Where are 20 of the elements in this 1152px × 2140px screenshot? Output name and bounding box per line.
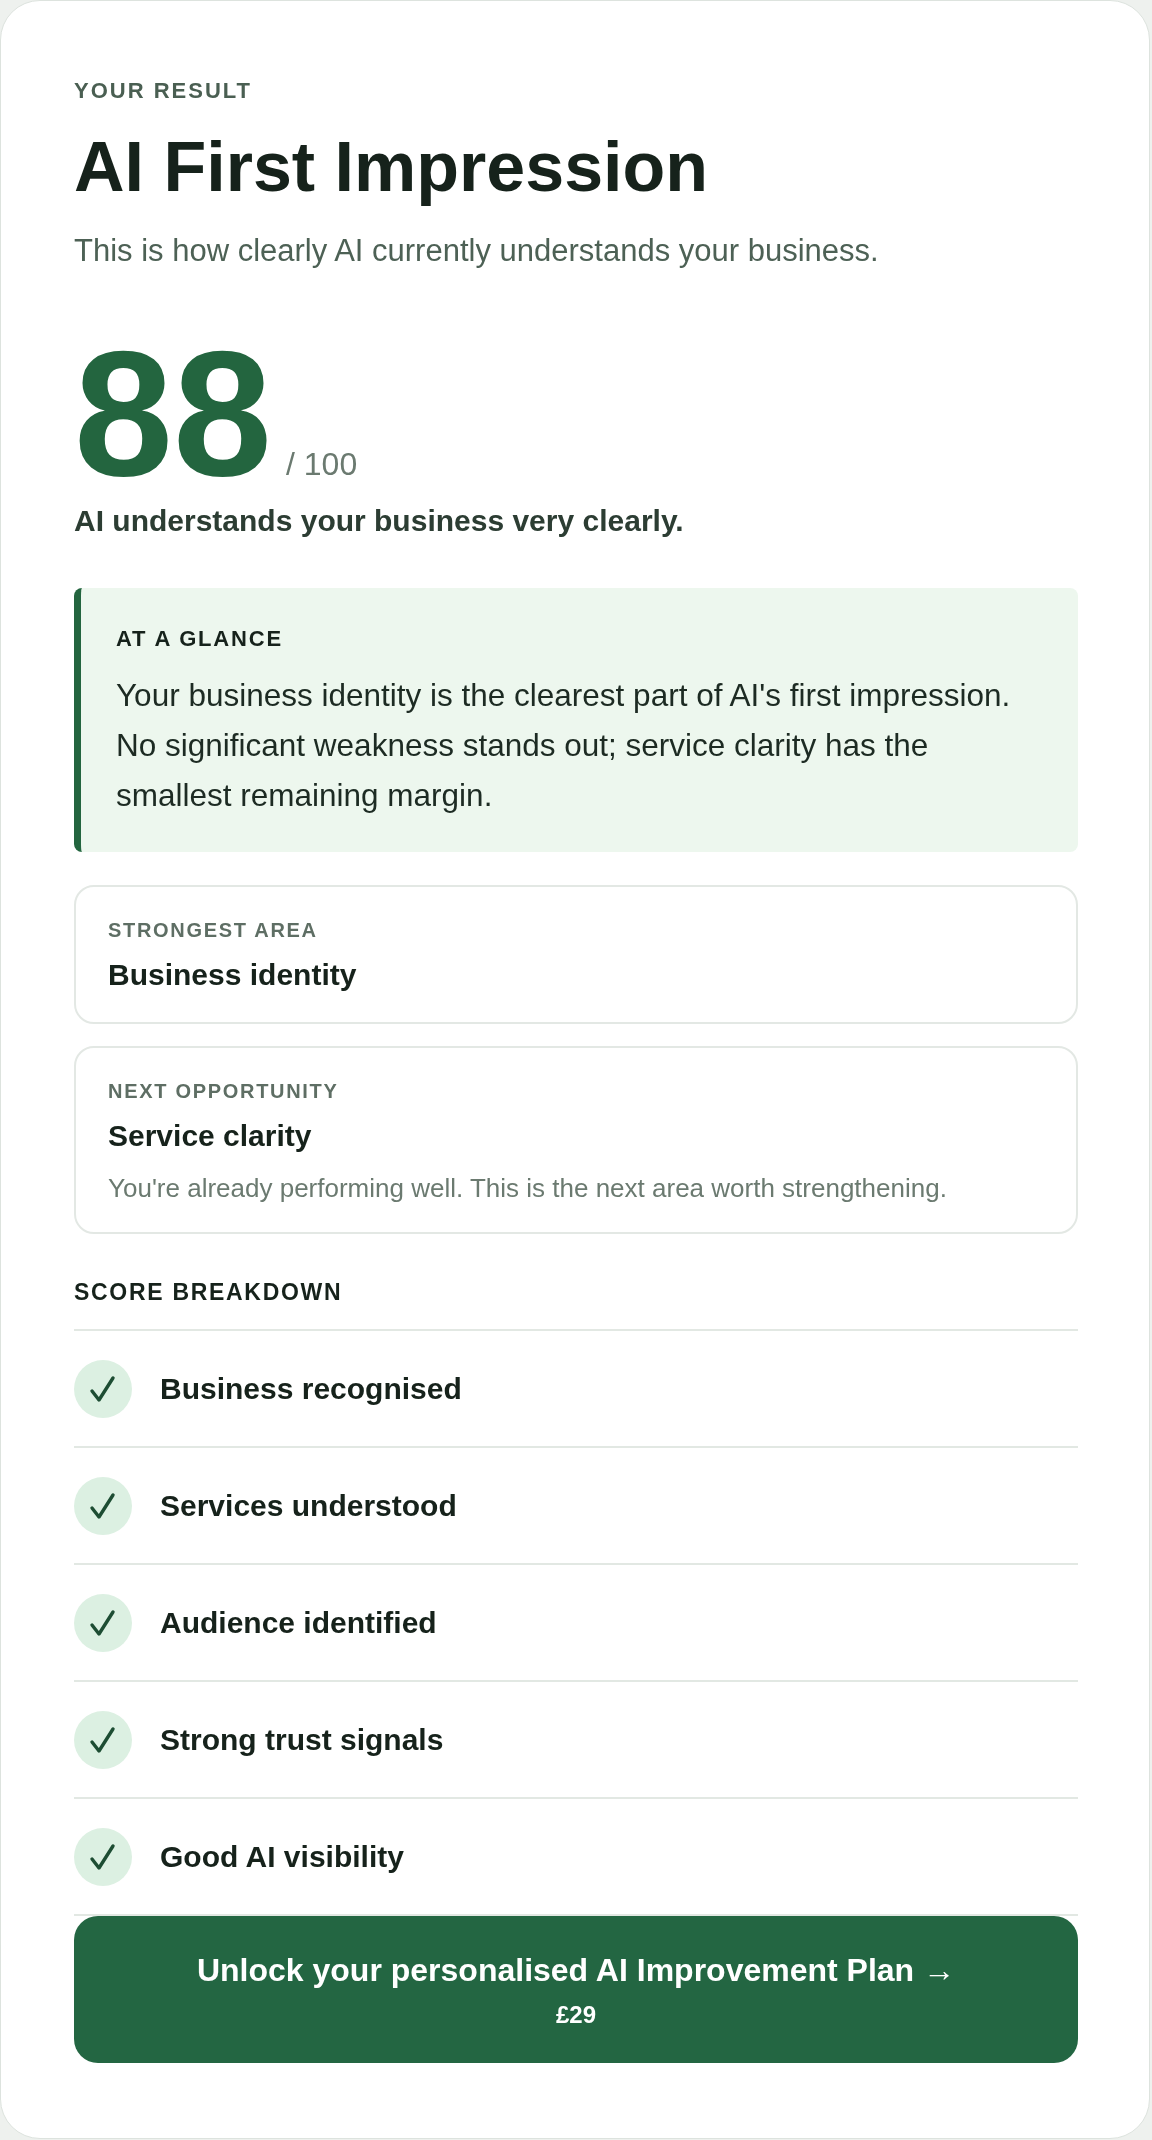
card-value: Service clarity bbox=[108, 1118, 313, 1154]
glance-text: Your business identity is the clearest part of AI's first impression. No significant weakness stands out; service clarity has the smallest remaining margin. bbox=[116, 676, 1012, 815]
breakdown-item-label: Good AI visibility bbox=[160, 1838, 404, 1875]
breakdown-heading: SCORE BREAKDOWN bbox=[74, 1278, 344, 1306]
breakdown-item-label: Business recognised bbox=[160, 1370, 462, 1407]
page-title: AI First Impression bbox=[74, 127, 710, 207]
breakdown-item-label: Strong trust signals bbox=[160, 1721, 444, 1758]
subtitle-text: This is how clearly AI currently understands your business. bbox=[74, 232, 880, 270]
unlock-plan-button[interactable]: Unlock your personalised AI Improvement Plan → £29 bbox=[74, 1916, 1078, 2063]
glance-heading: AT A GLANCE bbox=[116, 625, 284, 653]
score-value: 88 bbox=[74, 339, 272, 489]
score-max: / 100 bbox=[286, 445, 358, 484]
card-label: NEXT OPPORTUNITY bbox=[108, 1079, 340, 1103]
score-verdict: AI understands your business very clearly. bbox=[74, 503, 685, 539]
eyebrow-label: YOUR RESULT bbox=[74, 78, 254, 104]
breakdown-item-label: Services understood bbox=[160, 1487, 457, 1524]
card-value: Business identity bbox=[108, 957, 358, 993]
card-label: STRONGEST AREA bbox=[108, 918, 319, 942]
card-note: You're already performing well. This is the next area worth strengthening. bbox=[108, 1172, 948, 1204]
breakdown-item-label: Audience identified bbox=[160, 1604, 437, 1641]
